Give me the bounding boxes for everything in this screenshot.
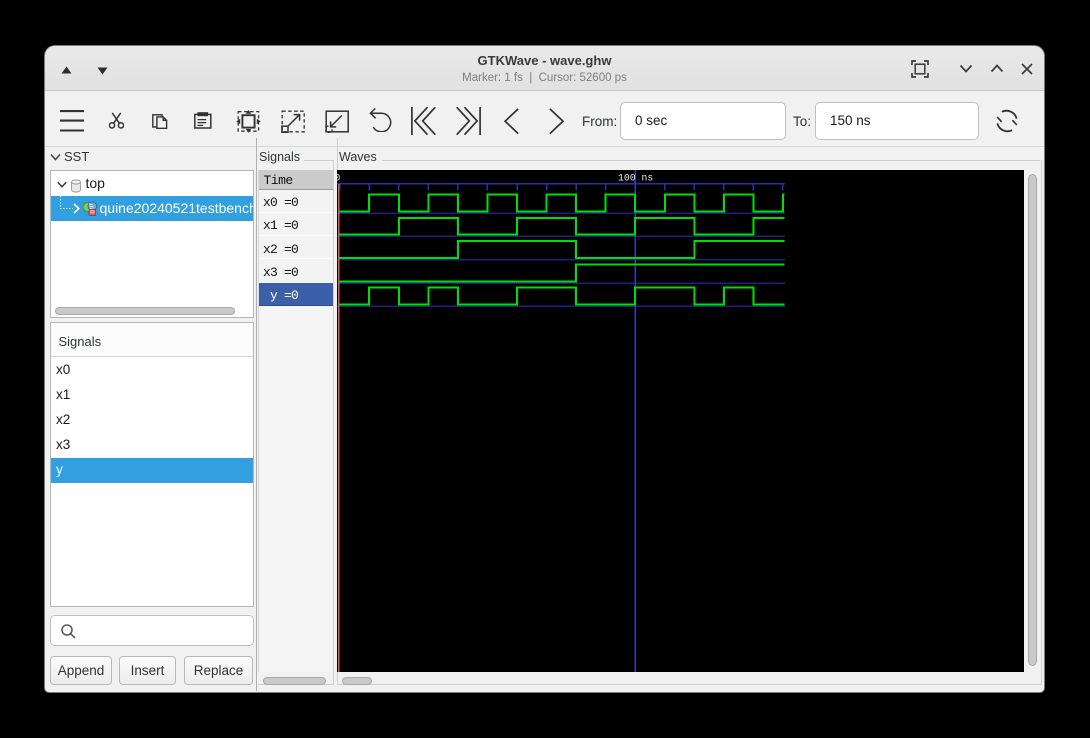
svg-text:0: 0	[337, 172, 340, 183]
svg-text:100 ns: 100 ns	[618, 172, 653, 183]
